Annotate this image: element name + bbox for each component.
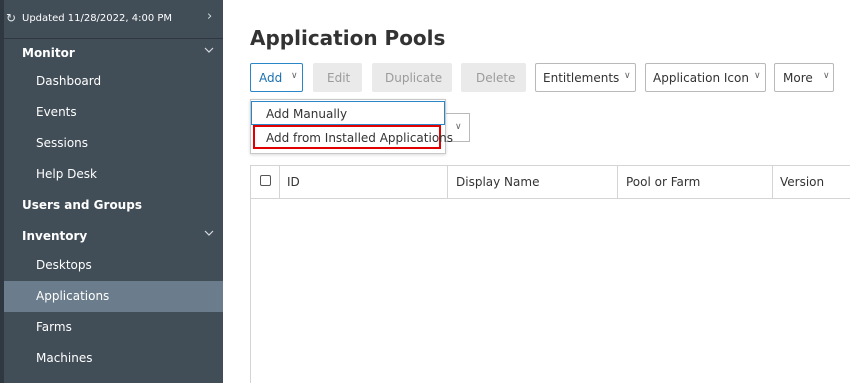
refresh-icon[interactable]: ↻: [6, 11, 16, 25]
edit-button-label: Edit: [327, 71, 351, 85]
sidebar-item-label: Farms: [36, 320, 72, 334]
more-dropdown[interactable]: More ∨: [774, 63, 834, 92]
menu-item-label: Add Manually: [266, 107, 348, 121]
entitlements-dropdown[interactable]: Entitlements ∨: [535, 63, 636, 92]
sidebar-item-label: Help Desk: [36, 167, 97, 181]
refresh-bar[interactable]: ↻ Updated 11/28/2022, 4:00 PM ›: [0, 0, 223, 39]
entitlements-label: Entitlements: [543, 71, 620, 85]
sidebar-item-label: Events: [36, 105, 77, 119]
sidebar-item-events[interactable]: Events: [4, 97, 223, 128]
application-pools-grid: ID Display Name Pool or Farm Version: [250, 165, 850, 383]
sidebar-item-farms[interactable]: Farms: [4, 312, 223, 343]
column-header-label: ID: [287, 175, 300, 189]
sidebar: ↻ Updated 11/28/2022, 4:00 PM › Monitor …: [0, 0, 223, 383]
column-header-label: Version: [780, 175, 825, 189]
updated-timestamp: Updated 11/28/2022, 4:00 PM: [22, 13, 173, 24]
chevron-down-icon: ∨: [291, 71, 298, 81]
page-title: Application Pools: [250, 26, 446, 50]
grid-header: ID Display Name Pool or Farm Version: [251, 166, 850, 199]
sidebar-item-label: Desktops: [36, 258, 92, 272]
chevron-down-icon: ∨: [823, 71, 830, 81]
select-all-checkbox[interactable]: [260, 175, 271, 186]
sidebar-item-applications[interactable]: Applications: [4, 281, 223, 312]
sidebar-item-monitor[interactable]: Monitor: [4, 38, 223, 69]
menu-item-add-from-installed-applications[interactable]: Add from Installed Applications: [253, 125, 453, 149]
edit-button[interactable]: Edit: [313, 63, 362, 92]
chevron-down-icon[interactable]: [204, 228, 214, 238]
sidebar-item-sessions[interactable]: Sessions: [4, 128, 223, 159]
chevron-down-icon: ∨: [455, 122, 462, 132]
add-menu: Add Manually Add from Installed Applicat…: [250, 99, 453, 154]
application-icon-dropdown[interactable]: Application Icon ∨: [645, 63, 766, 92]
duplicate-button[interactable]: Duplicate: [372, 63, 452, 92]
chevron-down-icon: ∨: [624, 71, 631, 81]
sidebar-item-label: Sessions: [36, 136, 89, 150]
sidebar-item-users-and-groups[interactable]: Users and Groups: [4, 190, 223, 221]
column-header-id[interactable]: ID: [279, 166, 447, 199]
delete-button[interactable]: Delete: [461, 63, 526, 92]
more-label: More: [783, 71, 813, 85]
sidebar-item-label: Machines: [36, 351, 93, 365]
chevron-down-icon[interactable]: [204, 45, 214, 55]
sidebar-item-machines[interactable]: Machines: [4, 343, 223, 374]
sidebar-item-label: Users and Groups: [22, 198, 142, 212]
add-button-label: Add: [259, 71, 283, 85]
sidebar-item-help-desk[interactable]: Help Desk: [4, 159, 223, 190]
application-icon-label: Application Icon: [653, 71, 749, 85]
menu-item-label: Add from Installed Applications: [266, 131, 454, 145]
sidebar-item-label: Dashboard: [36, 74, 102, 88]
sidebar-item-label: Applications: [36, 289, 110, 303]
column-header-label: Pool or Farm: [626, 175, 701, 189]
chevron-right-icon[interactable]: ›: [207, 9, 212, 24]
column-header-pool-or-farm[interactable]: Pool or Farm: [617, 166, 772, 199]
chevron-down-icon: ∨: [754, 71, 761, 81]
column-header-display-name[interactable]: Display Name: [447, 166, 617, 199]
column-header-version[interactable]: Version: [772, 166, 850, 199]
sidebar-item-desktops[interactable]: Desktops: [4, 250, 223, 281]
sidebar-item-inventory[interactable]: Inventory: [4, 221, 223, 252]
sidebar-item-label: Monitor: [22, 46, 75, 60]
sidebar-item-label: Inventory: [22, 229, 88, 243]
sidebar-item-dashboard[interactable]: Dashboard: [4, 66, 223, 97]
column-header-label: Display Name: [456, 175, 540, 189]
delete-button-label: Delete: [476, 71, 516, 85]
menu-item-add-manually[interactable]: Add Manually: [251, 101, 445, 125]
duplicate-button-label: Duplicate: [385, 71, 443, 85]
add-button[interactable]: Add ∨: [250, 63, 303, 92]
